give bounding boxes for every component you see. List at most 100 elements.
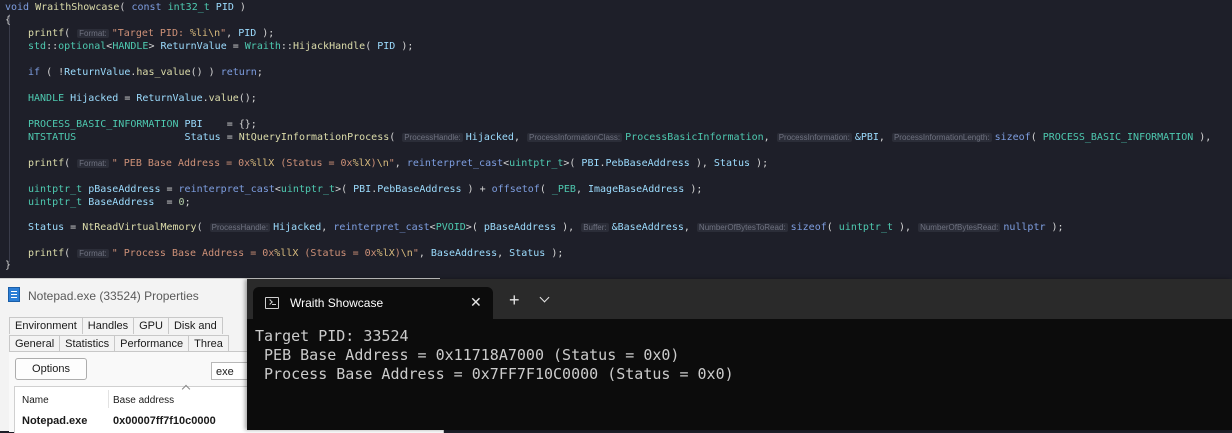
inlay-hint: ProcessInformationClass: bbox=[527, 133, 623, 142]
code-token: %llX bbox=[250, 158, 275, 169]
code-token: ; bbox=[184, 197, 191, 208]
tab-gpu[interactable]: GPU bbox=[133, 317, 169, 334]
code-token: NTSTATUS bbox=[28, 132, 77, 143]
tab-performance[interactable]: Performance bbox=[114, 335, 190, 352]
tab-environment[interactable]: Environment bbox=[9, 317, 83, 334]
sort-up-icon bbox=[181, 384, 191, 394]
code-token: , bbox=[575, 184, 588, 195]
code-token: ReturnValue bbox=[160, 41, 227, 52]
code-token: printf bbox=[28, 248, 65, 259]
code-token: BaseAddress bbox=[430, 248, 498, 259]
indent-guide bbox=[9, 14, 10, 262]
tab-general[interactable]: General bbox=[9, 335, 61, 352]
code-token: pBaseAddress bbox=[483, 222, 557, 233]
new-tab-button[interactable]: + bbox=[509, 290, 520, 310]
terminal-tab-strip: Wraith Showcase ✕ + bbox=[247, 279, 1232, 319]
code-line-6[interactable]: HANDLE Hijacked = ReturnValue.value(); bbox=[28, 92, 257, 105]
properties-title: Notepad.exe (33524) Properties bbox=[28, 289, 199, 303]
terminal-tab-title: Wraith Showcase bbox=[290, 296, 384, 310]
tab-threads[interactable]: Threa bbox=[188, 335, 229, 352]
code-token: Hijacked bbox=[465, 132, 514, 143]
code-token: NtReadVirtualMemory bbox=[82, 222, 197, 233]
terminal-tab[interactable]: Wraith Showcase ✕ bbox=[253, 287, 493, 319]
code-token: >( bbox=[335, 184, 354, 195]
code-token: return bbox=[220, 67, 257, 78]
code-token: ); bbox=[750, 158, 769, 169]
code-token: int32_t bbox=[167, 2, 210, 13]
code-token: ( bbox=[64, 248, 77, 259]
code-token: %llX bbox=[274, 248, 299, 259]
column-divider[interactable] bbox=[108, 390, 109, 408]
code-token: PVOID bbox=[435, 222, 466, 233]
code-token: ) + bbox=[461, 184, 492, 195]
inlay-hint: NumberOfBytesRead: bbox=[918, 223, 1001, 232]
code-token: \n bbox=[376, 158, 389, 169]
code-token: :: bbox=[280, 41, 293, 52]
code-token: " Process Base Address = 0x bbox=[111, 248, 275, 259]
code-token: (); bbox=[238, 93, 257, 104]
code-token: uintptr_t bbox=[838, 222, 893, 233]
module-row-base-address[interactable]: 0x00007ff7f10c0000 bbox=[113, 415, 216, 427]
code-token: ( ! bbox=[40, 67, 65, 78]
code-token: sizeof bbox=[994, 132, 1031, 143]
code-token: , bbox=[513, 132, 526, 143]
code-line-5[interactable]: if ( !ReturnValue.has_value() ) return; bbox=[28, 66, 263, 79]
tab-statistics[interactable]: Statistics bbox=[59, 335, 116, 352]
code-token: (Status = 0x bbox=[298, 248, 377, 259]
terminal-window: Wraith Showcase ✕ + Target PID: 33524 PE… bbox=[247, 279, 1232, 430]
code-token: Status bbox=[28, 222, 65, 233]
code-token: ( bbox=[539, 184, 552, 195]
code-token: () ) bbox=[190, 67, 221, 78]
code-token: , bbox=[763, 132, 776, 143]
properties-title-bar[interactable]: Notepad.exe (33524) Properties bbox=[8, 284, 199, 308]
code-token: , bbox=[394, 158, 407, 169]
code-token: ( bbox=[196, 222, 209, 233]
code-line-1[interactable]: void WraithShowcase( const int32_t PID ) bbox=[5, 1, 246, 14]
code-editor[interactable]: void WraithShowcase( const int32_t PID )… bbox=[0, 0, 1232, 278]
code-line-10[interactable]: uintptr_t pBaseAddress = reinterpret_cas… bbox=[28, 183, 702, 196]
code-line-7[interactable]: PROCESS_BASIC_INFORMATION PBI = {}; bbox=[28, 118, 257, 131]
terminal-icon bbox=[265, 297, 279, 309]
code-token: PID bbox=[377, 41, 396, 52]
code-token: void bbox=[5, 2, 30, 13]
code-token: uintptr_t bbox=[28, 184, 83, 195]
code-token: Hijacked bbox=[70, 93, 119, 104]
code-token: \n bbox=[400, 248, 413, 259]
column-header-name[interactable]: Name bbox=[22, 395, 49, 406]
code-token: > bbox=[148, 41, 161, 52]
code-token: ); bbox=[256, 28, 275, 39]
column-header-base-address[interactable]: Base address bbox=[113, 395, 174, 406]
code-line-8[interactable]: NTSTATUS Status = NtQueryInformationProc… bbox=[28, 131, 1211, 144]
terminal-output-line: PEB Base Address = 0x11718A7000 (Status … bbox=[255, 346, 680, 364]
module-row-name[interactable]: Notepad.exe bbox=[22, 415, 87, 427]
inlay-hint: ProcessInformationLength: bbox=[891, 133, 992, 142]
inlay-hint: Format: bbox=[77, 159, 109, 168]
code-line-2[interactable]: { bbox=[5, 14, 11, 27]
code-line-11[interactable]: uintptr_t BaseAddress = 0; bbox=[28, 196, 191, 209]
code-token: ProcessBasicInformation bbox=[625, 132, 764, 143]
code-token: ), bbox=[1193, 132, 1212, 143]
code-line-14[interactable]: } bbox=[5, 259, 11, 272]
tab-handles[interactable]: Handles bbox=[81, 317, 135, 334]
code-token: { bbox=[5, 15, 12, 26]
code-token: printf bbox=[28, 28, 65, 39]
code-line-3[interactable]: printf( Format: "Target PID: %li\n", PID … bbox=[28, 27, 274, 40]
tab-disk-and-network[interactable]: Disk and bbox=[167, 317, 223, 334]
close-icon[interactable]: ✕ bbox=[470, 291, 482, 313]
options-button[interactable]: Options bbox=[15, 358, 87, 380]
code-token: , bbox=[497, 248, 510, 259]
code-token: optional bbox=[58, 41, 107, 52]
code-token: ; bbox=[256, 67, 263, 78]
inlay-hint: NumberOfBytesToRead: bbox=[696, 223, 788, 232]
code-line-13[interactable]: printf( Format: " Process Base Address = … bbox=[28, 247, 563, 260]
chevron-down-icon[interactable] bbox=[539, 292, 550, 303]
code-line-9[interactable]: printf( Format: " PEB Base Address = 0x%l… bbox=[28, 157, 768, 170]
code-token: Hijacked bbox=[273, 222, 322, 233]
code-token: PebBaseAddress bbox=[377, 184, 462, 195]
code-token: = bbox=[160, 184, 179, 195]
code-line-4[interactable]: std::optional<HANDLE> ReturnValue = Wrai… bbox=[28, 40, 413, 53]
code-token: ReturnValue bbox=[64, 67, 131, 78]
code-line-12[interactable]: Status = NtReadVirtualMemory( ProcessHan… bbox=[28, 221, 1064, 234]
code-token: if bbox=[28, 67, 41, 78]
